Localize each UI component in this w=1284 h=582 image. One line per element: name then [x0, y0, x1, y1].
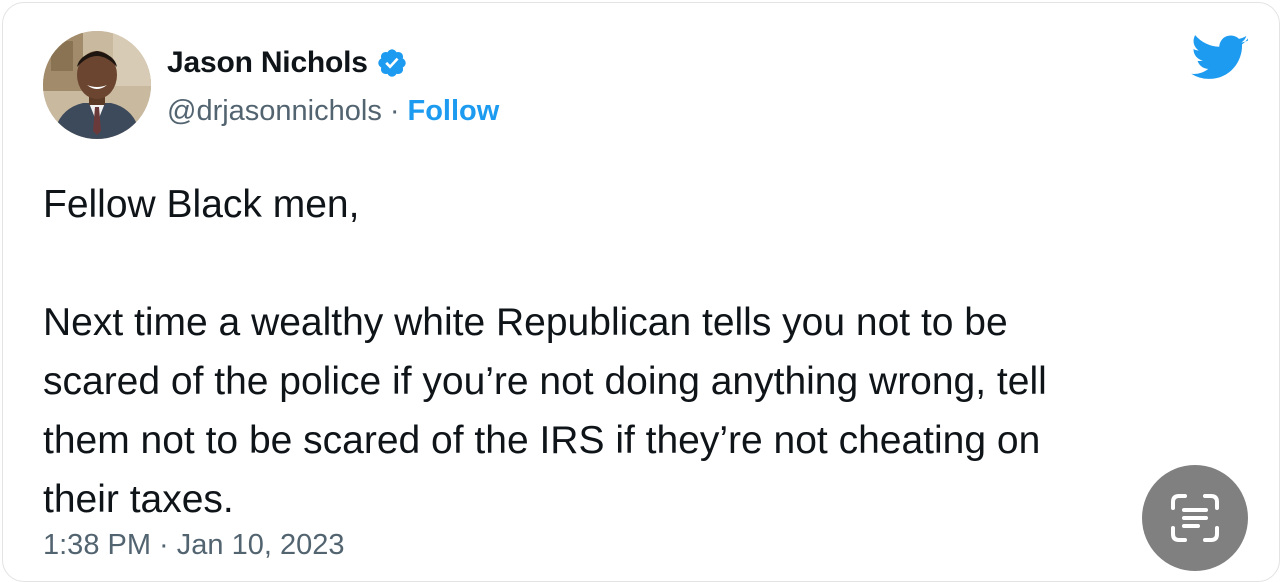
verified-badge-icon	[378, 49, 406, 77]
tweet-line: scared of the police if you’re not doing…	[43, 360, 1047, 403]
live-text-scan-icon	[1171, 494, 1219, 542]
tweet-card: Jason Nichols @drjasonnichols · Follow F…	[2, 2, 1280, 582]
tweet-text: Fellow Black men, Next time a wealthy wh…	[43, 175, 1243, 529]
tweet-timestamp[interactable]: 1:38 PM · Jan 10, 2023	[43, 529, 344, 562]
author-handle[interactable]: @drjasonnichols	[167, 95, 382, 128]
twitter-bird-icon[interactable]	[1191, 35, 1249, 83]
author-name-row: Jason Nichols	[167, 43, 408, 83]
tweet-line: their taxes.	[43, 478, 234, 521]
separator: ·	[389, 94, 400, 127]
avatar-photo	[43, 31, 151, 139]
author-display-name[interactable]: Jason Nichols	[167, 46, 368, 80]
live-text-button[interactable]	[1142, 465, 1248, 571]
tweet-greeting: Fellow Black men,	[43, 183, 360, 226]
author-handle-row: @drjasonnichols · Follow	[167, 91, 499, 131]
tweet-line: Next time a wealthy white Republican tel…	[43, 301, 1008, 344]
tweet-line: them not to be scared of the IRS if they…	[43, 419, 1041, 462]
avatar[interactable]	[43, 31, 151, 139]
follow-button[interactable]: Follow	[408, 95, 500, 128]
